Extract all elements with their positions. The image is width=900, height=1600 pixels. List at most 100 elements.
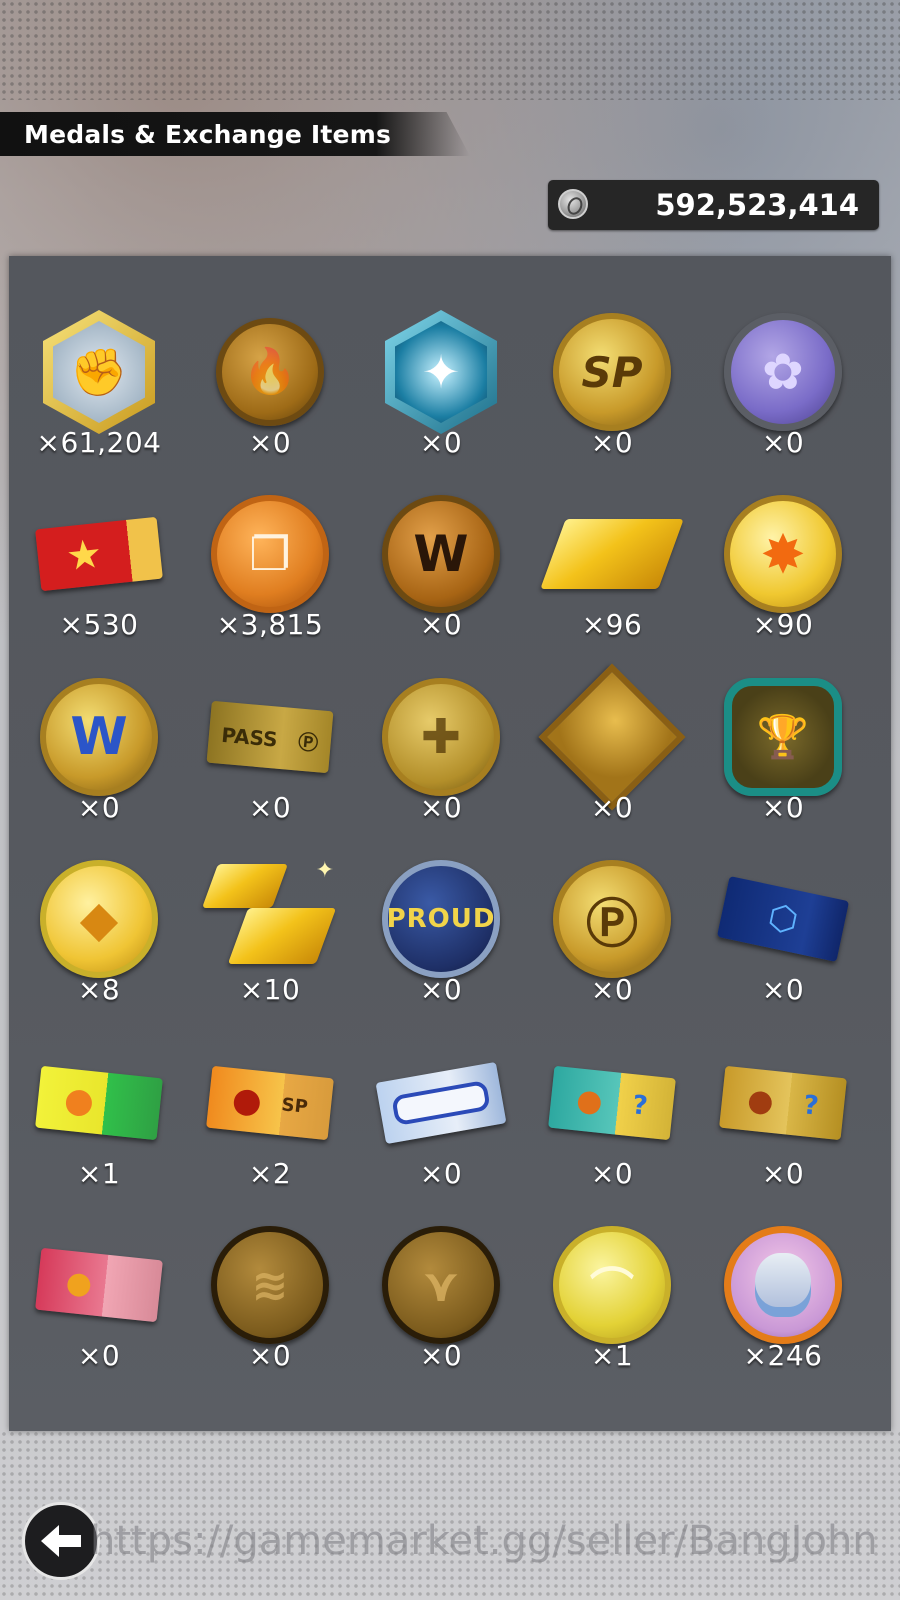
- item-cell[interactable]: Ⓟ ×0: [527, 848, 697, 1033]
- pass-ticket-icon: PASS Ⓟ: [206, 676, 334, 798]
- item-cell[interactable]: ×246: [698, 1214, 868, 1399]
- stacked-gold-bars-icon: ✦: [201, 858, 337, 980]
- item-count: ×0: [590, 791, 634, 824]
- item-count: ×96: [581, 608, 643, 641]
- sp-fireball-ticket-icon: ● SP: [206, 1042, 334, 1164]
- currency-display: 592,523,414: [548, 180, 879, 230]
- puzzle-gold-medal-icon: ✚: [380, 676, 502, 798]
- item-cell[interactable]: ✿ ×0: [698, 301, 868, 486]
- item-cell[interactable]: ●? ×0: [698, 1032, 868, 1217]
- item-count: ×1: [77, 1157, 121, 1190]
- zeni-coin-icon: [558, 189, 588, 219]
- item-count: ×3,815: [216, 608, 324, 641]
- item-cell[interactable]: ⬡ ×0: [698, 848, 868, 1033]
- item-count: ×0: [248, 1339, 292, 1372]
- yellow-swoosh-medal-icon: ⌒: [551, 1224, 673, 1346]
- item-count: ×246: [743, 1339, 823, 1372]
- gi-bronze-medal-icon: ⋎: [380, 1224, 502, 1346]
- teal-fireball-ticket-icon: ●?: [548, 1042, 676, 1164]
- flame-diamond-medal-icon: [538, 663, 686, 811]
- item-count: ×0: [761, 426, 805, 459]
- bottom-nav: [0, 1430, 900, 1600]
- item-count: ×0: [77, 791, 121, 824]
- item-count: ×0: [419, 1157, 463, 1190]
- item-cell[interactable]: ❐ ×3,815: [185, 483, 355, 668]
- fist-hexagon-medal-icon: ✊: [38, 310, 160, 434]
- dotted-texture-top: [0, 0, 900, 100]
- gem-gold-medal-icon: ◆: [38, 858, 160, 980]
- bronze-flame-medal-icon: 🔥: [209, 311, 331, 433]
- item-count: ×90: [752, 608, 814, 641]
- item-cell[interactable]: ● ×1: [14, 1032, 184, 1217]
- item-cell[interactable]: ×96: [527, 483, 697, 668]
- yellow-explosion-medal-icon: ✸: [722, 493, 844, 615]
- currency-amount: 592,523,414: [655, 188, 859, 222]
- item-cell[interactable]: 🏆 ×0: [698, 666, 868, 851]
- item-count: ×8: [77, 973, 121, 1006]
- item-cell[interactable]: ◆ ×8: [14, 848, 184, 1033]
- item-count: ×10: [239, 973, 301, 1006]
- item-count: ×0: [761, 1157, 805, 1190]
- item-cell[interactable]: ● SP ×2: [185, 1032, 355, 1217]
- item-count: ×0: [590, 973, 634, 1006]
- item-cell[interactable]: W ×0: [14, 666, 184, 851]
- item-cell[interactable]: ×0: [527, 663, 697, 851]
- p-gold-medal-icon: Ⓟ: [551, 858, 673, 980]
- item-count: ×0: [590, 1157, 634, 1190]
- item-cell[interactable]: SP ×0: [527, 301, 697, 486]
- red-star-ticket-icon: ★: [35, 493, 163, 615]
- item-cell[interactable]: 🔥 ×0: [185, 301, 355, 486]
- back-button[interactable]: [22, 1502, 100, 1580]
- pink-fireball-ticket-icon: ●: [35, 1224, 163, 1346]
- proud-blue-medal-icon: PROUD: [380, 858, 502, 980]
- item-count: ×0: [761, 973, 805, 1006]
- item-count: ×0: [419, 1339, 463, 1372]
- item-count: ×61,204: [36, 426, 162, 459]
- title-bar: Medals & Exchange Items: [0, 112, 470, 156]
- item-cell[interactable]: ★ ×530: [14, 483, 184, 668]
- item-count: ×0: [419, 791, 463, 824]
- items-panel: ✊ ×61,204 🔥 ×0 ✦ ×0 SP ×0 ✿ ×0 ★ ×530 ❐ …: [9, 256, 891, 1431]
- watermark-text: https://gamemarket.gg/seller/BangJohn: [90, 1518, 878, 1564]
- blank-blue-ticket-icon: [375, 1042, 507, 1164]
- orange-cards-medal-icon: ❐: [209, 493, 331, 615]
- blue-hexagon-sparkle-medal-icon: ✦: [380, 310, 502, 434]
- item-cell[interactable]: W ×0: [356, 483, 526, 668]
- bandage-bronze-medal-icon: ≋: [209, 1224, 331, 1346]
- trophy-octagon-medal-icon: 🏆: [722, 676, 844, 798]
- item-cell[interactable]: ✦ ×10: [185, 848, 355, 1033]
- item-count: ×530: [59, 608, 139, 641]
- item-count: ×0: [761, 791, 805, 824]
- blue-hexagon-ticket-icon: ⬡: [716, 858, 850, 980]
- item-cell[interactable]: ✊ ×61,204: [14, 301, 184, 486]
- item-count: ×0: [248, 791, 292, 824]
- item-cell[interactable]: ● ×0: [14, 1214, 184, 1399]
- item-cell[interactable]: PROUD ×0: [356, 848, 526, 1033]
- item-count: ×1: [590, 1339, 634, 1372]
- item-count: ×0: [248, 426, 292, 459]
- item-cell[interactable]: ⌒ ×1: [527, 1214, 697, 1399]
- item-count: ×0: [77, 1339, 121, 1372]
- item-count: ×2: [248, 1157, 292, 1190]
- item-cell[interactable]: PASS Ⓟ ×0: [185, 666, 355, 851]
- bronze-w-medal-icon: W: [380, 493, 502, 615]
- item-count: ×0: [419, 608, 463, 641]
- item-cell[interactable]: ✚ ×0: [356, 666, 526, 851]
- sp-gold-medal-icon: SP: [551, 311, 673, 433]
- gold-bars-icon: [540, 493, 684, 615]
- item-cell[interactable]: ✦ ×0: [356, 301, 526, 486]
- gold-fireball-ticket-icon: ●?: [719, 1042, 847, 1164]
- item-count: ×0: [419, 973, 463, 1006]
- item-cell[interactable]: ×0: [356, 1032, 526, 1217]
- item-count: ×0: [419, 426, 463, 459]
- dotted-texture-bottom: [0, 1430, 900, 1600]
- item-cell[interactable]: ●? ×0: [527, 1032, 697, 1217]
- item-cell[interactable]: ✸ ×90: [698, 483, 868, 668]
- item-cell[interactable]: ⋎ ×0: [356, 1214, 526, 1399]
- item-count: ×0: [590, 426, 634, 459]
- lavender-flower-medal-icon: ✿: [722, 311, 844, 433]
- page-title: Medals & Exchange Items: [24, 120, 392, 149]
- character-portrait-medal-icon: [722, 1224, 844, 1346]
- item-cell[interactable]: ≋ ×0: [185, 1214, 355, 1399]
- blue-w-gold-medal-icon: W: [38, 676, 160, 798]
